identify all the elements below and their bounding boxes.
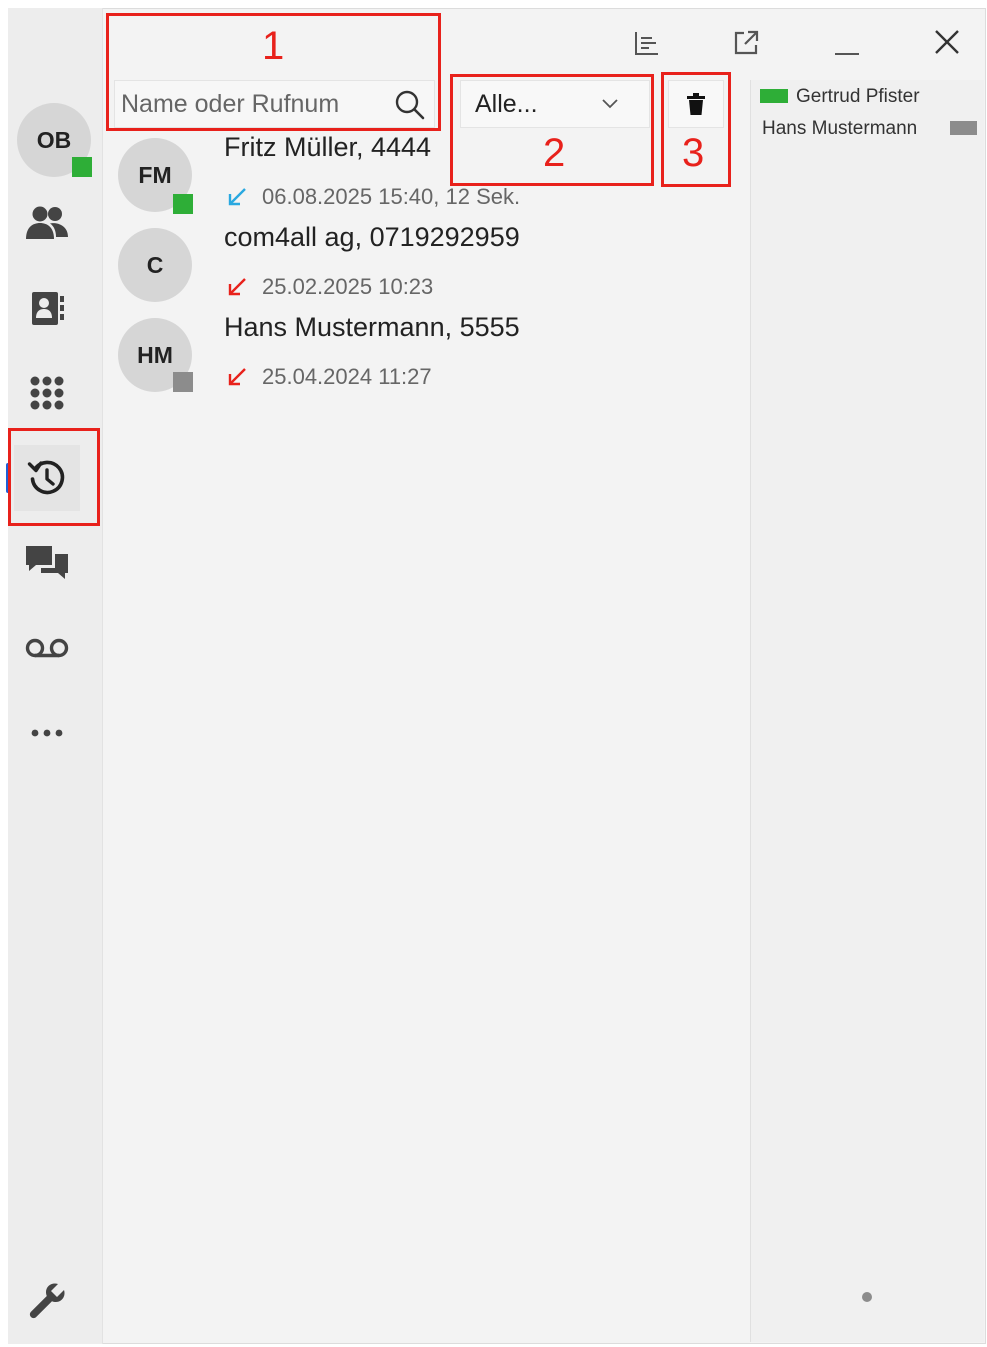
- history-entry[interactable]: C com4all ag, 0719292959 25.02.2025 10:2…: [114, 222, 734, 310]
- statistics-icon: [635, 32, 658, 55]
- favorite-contact[interactable]: Hans Mustermann: [762, 118, 917, 140]
- nav-dialpad[interactable]: [14, 360, 80, 426]
- entry-meta-text: 25.04.2024 11:27: [262, 364, 432, 389]
- missed-call-icon: [228, 368, 246, 386]
- favorites-panel: [750, 80, 984, 1342]
- minimize-button[interactable]: [828, 26, 866, 60]
- entry-meta-text: 25.02.2025 10:23: [262, 274, 434, 299]
- voicemail-icon: [25, 638, 69, 658]
- entry-details: 25.02.2025 10:23: [226, 274, 433, 300]
- presence-indicator: [173, 194, 193, 214]
- entry-details: 06.08.2025 15:40, 12 Sek.: [226, 184, 520, 210]
- chat-icon: [26, 546, 68, 579]
- statistics-button[interactable]: [628, 26, 664, 60]
- annotation-label-1: 1: [262, 24, 285, 68]
- entry-details: 25.04.2024 11:27: [226, 364, 432, 390]
- user-status-indicator: [72, 157, 92, 177]
- close-button[interactable]: [928, 24, 966, 60]
- history-entry[interactable]: HM Hans Mustermann, 5555 25.04.2024 11:2…: [114, 312, 734, 400]
- presence-indicator: [950, 121, 977, 135]
- annotation-label-3: 3: [682, 131, 705, 175]
- more-icon: [31, 729, 63, 737]
- avatar-initials: HM: [137, 341, 173, 368]
- entry-title: Fritz Müller, 4444: [224, 132, 432, 162]
- presence-indicator: [760, 89, 788, 103]
- entry-title: Hans Mustermann, 5555: [224, 312, 520, 342]
- nav-chat[interactable]: [14, 530, 80, 596]
- avatar-initials: FM: [138, 161, 172, 188]
- external-link-icon: [734, 30, 759, 55]
- contact-avatar: C: [118, 228, 192, 302]
- favorite-contact[interactable]: Gertrud Pfister: [796, 86, 920, 108]
- popout-button[interactable]: [728, 26, 764, 60]
- address-book-icon: [32, 292, 64, 325]
- presence-indicator: [173, 372, 193, 392]
- contacts-icon: [26, 206, 68, 239]
- dialpad-icon: [30, 376, 64, 410]
- nav-more[interactable]: [14, 700, 80, 766]
- entry-title: com4all ag, 0719292959: [224, 222, 520, 252]
- wrench-icon: [29, 1283, 65, 1319]
- nav-settings[interactable]: [14, 1268, 80, 1334]
- nav-address-book[interactable]: [14, 275, 80, 341]
- page-indicator-dot[interactable]: [862, 1292, 872, 1302]
- nav-contacts[interactable]: [14, 190, 80, 256]
- entry-meta-text: 06.08.2025 15:40, 12 Sek.: [262, 184, 521, 209]
- close-icon: [935, 30, 959, 54]
- avatar-initials: C: [146, 251, 164, 278]
- annotation-box-history: [8, 428, 100, 526]
- nav-voicemail[interactable]: [14, 615, 80, 681]
- incoming-call-icon: [228, 188, 246, 206]
- user-initials: OB: [36, 126, 72, 153]
- annotation-label-2: 2: [543, 131, 566, 175]
- missed-call-icon: [228, 278, 246, 296]
- minimize-icon: [835, 53, 859, 55]
